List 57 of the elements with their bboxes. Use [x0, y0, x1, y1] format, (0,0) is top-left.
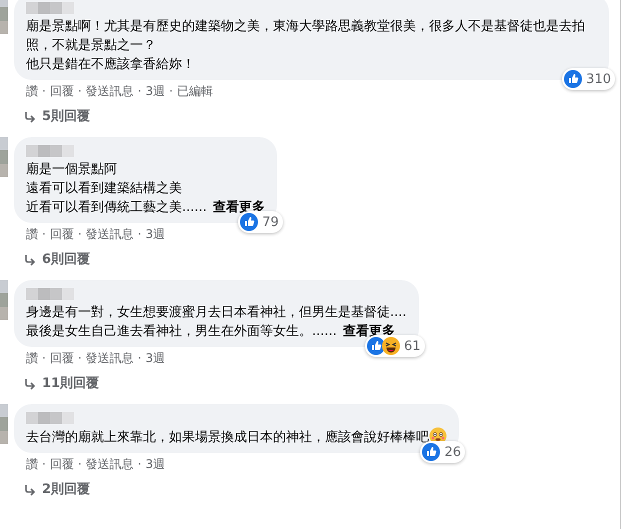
send-message-link[interactable]: 發送訊息	[86, 227, 134, 242]
edited-label: 已編輯	[176, 84, 213, 99]
reaction-badge[interactable]: 26	[420, 441, 465, 463]
like-icon	[422, 443, 440, 461]
timestamp[interactable]: 3週	[145, 227, 166, 242]
blurred-avatar-drawing	[0, 280, 8, 320]
separator-dot: ·	[78, 227, 82, 242]
timestamp[interactable]: 3週	[145, 457, 166, 472]
separator-dot: ·	[138, 227, 142, 242]
separator-dot: ·	[78, 457, 82, 472]
laughing-face-icon	[382, 337, 400, 355]
view-replies-link[interactable]: 11則回覆	[24, 376, 100, 392]
separator-dot: ·	[169, 84, 173, 99]
reply-link[interactable]: 回覆	[50, 84, 74, 99]
separator-dot: ·	[42, 457, 46, 472]
separator-dot: ·	[138, 351, 142, 366]
reply-link[interactable]: 回覆	[50, 457, 74, 472]
reply-link[interactable]: 回覆	[50, 227, 74, 242]
reaction-badge[interactable]: 310	[562, 68, 615, 90]
view-replies-link[interactable]: 6則回覆	[24, 252, 90, 268]
reaction-count: 79	[262, 214, 279, 230]
blurred-avatar-drawing	[0, 137, 8, 177]
like-link[interactable]: 讚	[26, 457, 38, 472]
separator-dot: ·	[42, 84, 46, 99]
blurred-name-drawing	[26, 412, 74, 424]
like-link[interactable]: 讚	[26, 227, 38, 242]
reply-arrow-icon	[24, 484, 36, 496]
like-icon	[240, 213, 258, 231]
blurred-avatar-drawing	[0, 404, 8, 444]
reply-arrow-icon	[24, 254, 36, 266]
reply-link[interactable]: 回覆	[50, 351, 74, 366]
separator-dot: ·	[42, 227, 46, 242]
send-message-link[interactable]: 發送訊息	[86, 457, 134, 472]
separator-dot: ·	[42, 351, 46, 366]
send-message-link[interactable]: 發送訊息	[86, 84, 134, 99]
separator-dot: ·	[78, 351, 82, 366]
blurred-avatar-drawing	[0, 0, 8, 34]
timestamp[interactable]: 3週	[145, 351, 166, 366]
timestamp[interactable]: 3週	[145, 84, 166, 99]
view-replies-link[interactable]: 5則回覆	[24, 109, 90, 125]
send-message-link[interactable]: 發送訊息	[86, 351, 134, 366]
reply-arrow-icon	[24, 378, 36, 390]
separator-dot: ·	[138, 84, 142, 99]
like-icon	[366, 337, 385, 355]
reply-arrow-icon	[24, 111, 36, 123]
like-link[interactable]: 讚	[26, 351, 38, 366]
reaction-count: 61	[404, 338, 421, 354]
reaction-count: 26	[444, 444, 461, 460]
blurred-name-drawing	[26, 288, 74, 300]
blurred-name-drawing	[26, 145, 74, 157]
separator-dot: ·	[138, 457, 142, 472]
like-link[interactable]: 讚	[26, 84, 38, 99]
reaction-count: 310	[586, 72, 611, 86]
view-replies-link[interactable]: 2則回覆	[24, 482, 90, 498]
separator-dot: ·	[78, 84, 82, 99]
blurred-name-drawing	[26, 2, 74, 14]
like-icon	[564, 70, 582, 88]
